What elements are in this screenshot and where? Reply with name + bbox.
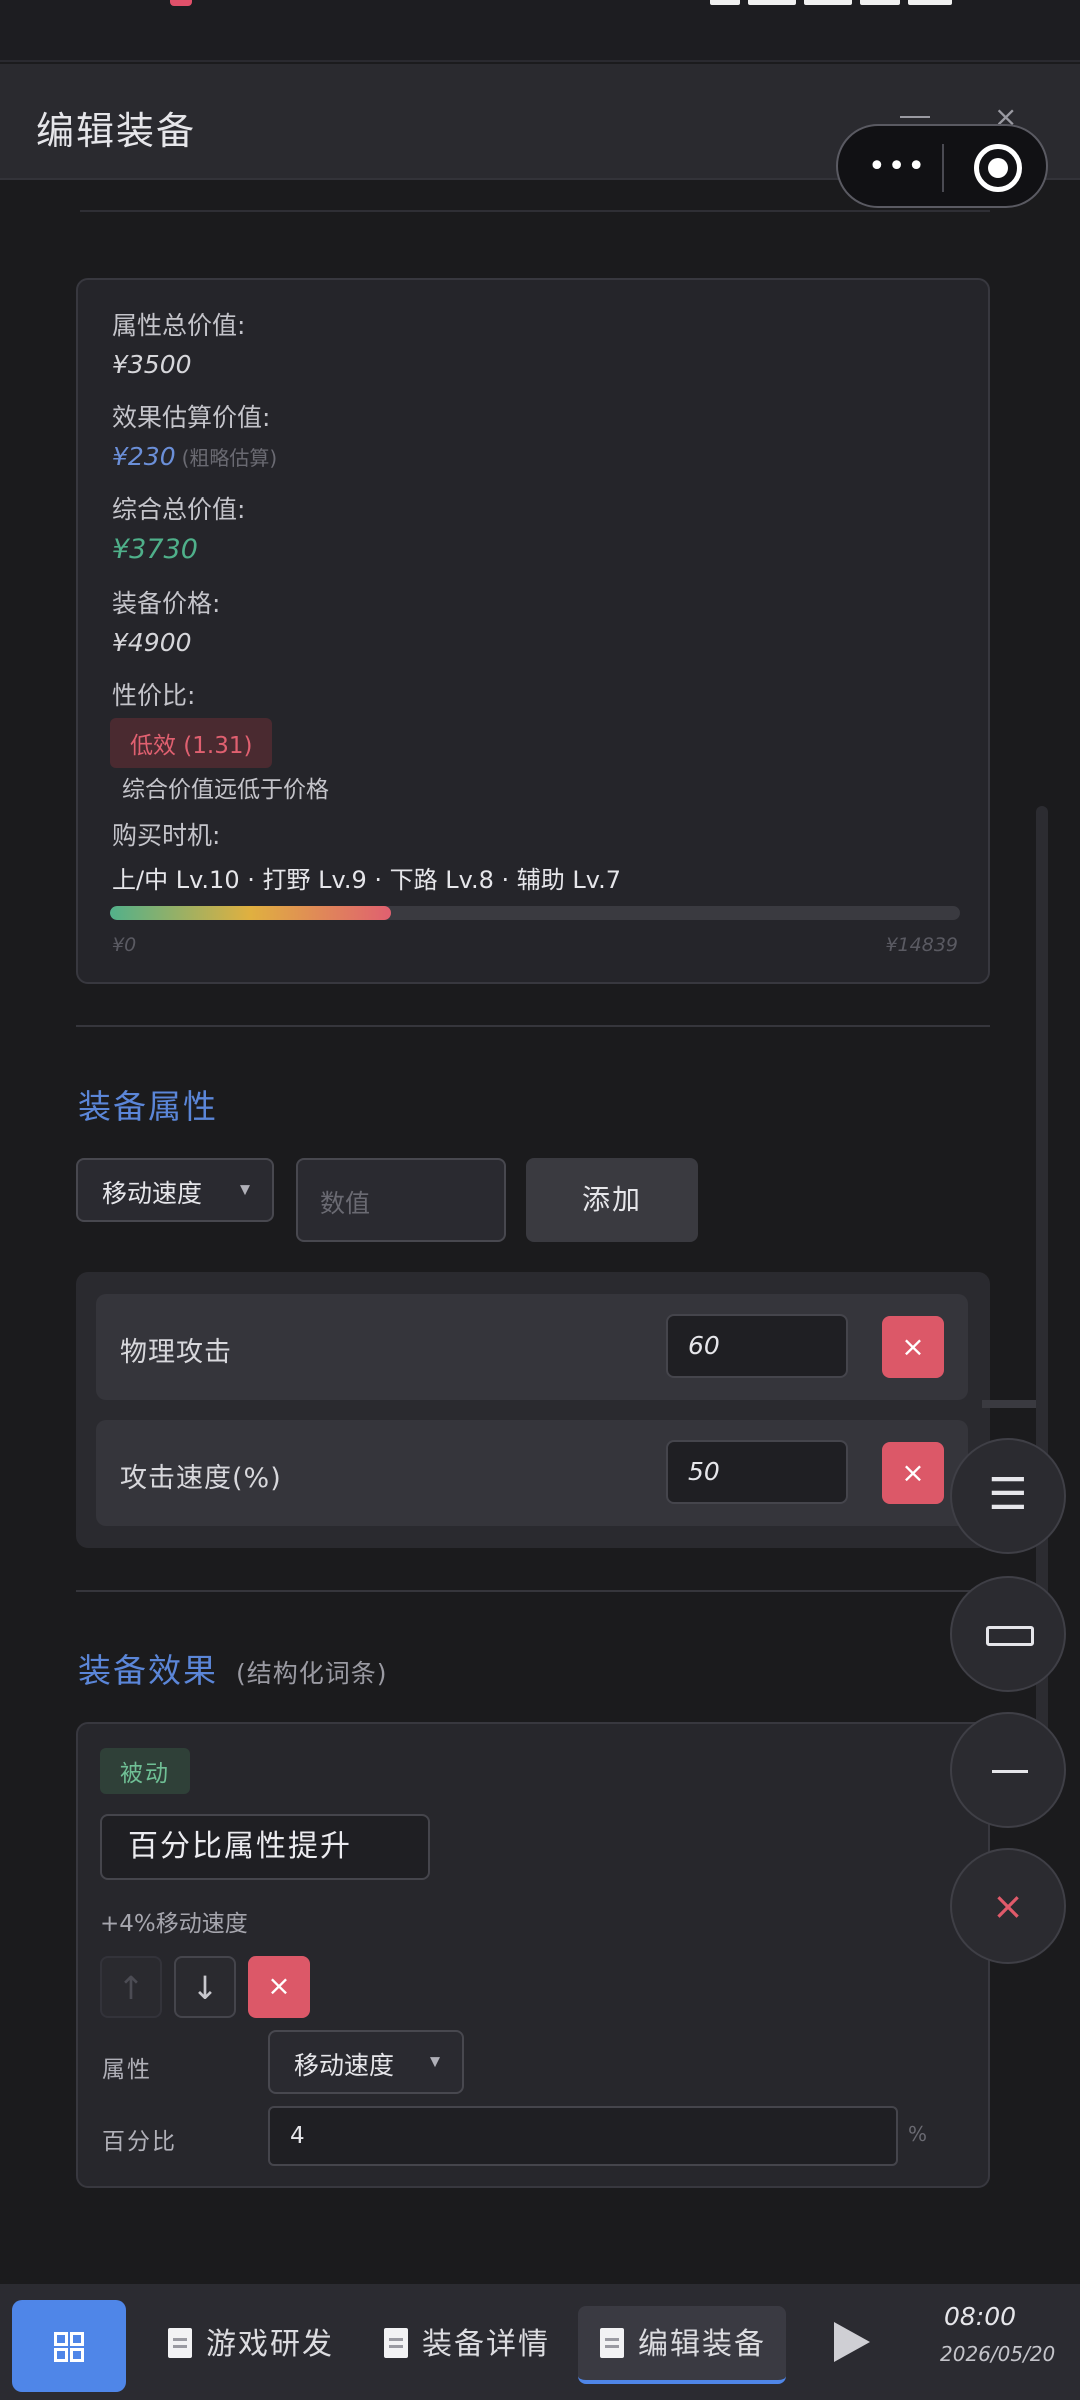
add-attribute-button[interactable]: 添加 [526,1158,698,1242]
effect-est-label: 效果估算价值: [112,403,271,432]
document-icon [384,2328,408,2358]
attribute-select[interactable]: 移动速度 ▼ [76,1158,274,1222]
clock-date: 2026/05/20 [940,2342,1056,2366]
close-icon: × [992,1884,1024,1928]
close-fab[interactable]: × [950,1848,1066,1964]
combined-value: ¥3730 [112,534,198,565]
effects-title-row: 装备效果 (结构化词条) [78,1644,388,1692]
delete-attribute-button[interactable]: × [882,1442,944,1504]
taskbar: 游戏研发 装备详情 编辑装备 08:00 2026/05/20 [0,2284,1080,2400]
price-label: 装备价格: [112,589,221,618]
move-up-button[interactable]: ↑ [100,1956,162,2018]
more-icon[interactable]: ••• [868,152,927,182]
task-label: 装备详情 [422,2327,550,2362]
delete-attribute-button[interactable]: × [882,1316,944,1378]
attribute-list: 物理攻击 60 × 攻击速度(%) 50 × [76,1272,990,1548]
status-bar [0,0,1080,62]
ratio-badge: 低效 (1.31) [110,718,273,768]
effect-est-row: ¥230 (粗略估算) [112,442,277,471]
timing-label: 购买时机: [112,821,221,850]
effect-attr-label: 属性 [102,2057,152,2083]
minimize-fab[interactable] [950,1712,1066,1828]
minimize-icon[interactable] [900,116,930,118]
attribute-name: 攻击速度(%) [120,1463,282,1494]
home-grid-button[interactable] [12,2300,126,2392]
effect-pct-input[interactable]: 4 [268,2106,898,2166]
task-equipment-detail[interactable]: 装备详情 [384,2306,550,2384]
value-summary-card: 属性总价值: ¥3500 效果估算价值: ¥230 (粗略估算) 综合总价值: ¥… [76,278,990,984]
move-down-button[interactable]: ↓ [174,1956,236,2018]
price-value: ¥4900 [112,628,192,657]
exit-target-icon[interactable] [974,144,1022,192]
window-icon [986,1626,1034,1646]
attribute-value-field[interactable]: 60 [666,1314,848,1378]
value-progress [110,906,960,920]
attr-total-label: 属性总价值: [112,311,246,340]
minimize-icon [992,1770,1028,1773]
effects-subtitle: (结构化词条) [236,1659,388,1688]
effect-attr-select[interactable]: 移动速度 ▼ [268,2030,464,2094]
document-icon [600,2328,624,2358]
divider [80,210,990,212]
scroll-marker [982,1400,1036,1408]
miniapp-capsule: ••• [836,124,1048,208]
effects-title: 装备效果 [78,1651,218,1690]
page-title: 编辑装备 [36,109,197,153]
range-max: ¥14839 [885,934,958,956]
chevron-down-icon: ▼ [240,1182,250,1198]
effect-attr-select-value: 移动速度 [294,2051,395,2080]
attribute-select-value: 移动速度 [102,1179,203,1208]
task-game-dev[interactable]: 游戏研发 [168,2306,334,2384]
divider [76,1590,990,1592]
combined-label: 综合总价值: [112,495,246,524]
effect-est-value: ¥230 [112,442,176,471]
play-icon[interactable] [834,2322,870,2362]
attribute-value-field[interactable]: 50 [666,1440,848,1504]
task-label: 游戏研发 [206,2327,334,2362]
value-progress-fill [110,906,391,920]
effect-pct-label: 百分比 [102,2129,177,2155]
document-icon [168,2328,192,2358]
window-fab[interactable] [950,1576,1066,1692]
ratio-label: 性价比: [112,681,196,710]
effect-description: +4%移动速度 [100,1911,248,1937]
task-label: 编辑装备 [638,2327,766,2362]
attribute-row: 物理攻击 60 × [96,1294,968,1400]
effect-name-field[interactable]: 百分比属性提升 [100,1814,430,1880]
divider [76,1025,990,1027]
effect-card: 被动 百分比属性提升 +4%移动速度 ↑ ↓ × 属性 移动速度 ▼ 百分比 4… [76,1722,990,2188]
attributes-title: 装备属性 [78,1087,218,1126]
attribute-row: 攻击速度(%) 50 × [96,1420,968,1526]
effect-est-hint: (粗略估算) [181,446,278,470]
attribute-value-input[interactable]: 数值 [296,1158,506,1242]
attr-total-value: ¥3500 [112,350,192,379]
attribute-name: 物理攻击 [120,1337,232,1368]
clock-time: 08:00 [944,2302,1017,2331]
menu-fab[interactable]: ☰ [950,1438,1066,1554]
capsule-divider [942,144,944,192]
effect-type-tag[interactable]: 被动 [100,1748,190,1794]
menu-icon: ☰ [988,1469,1028,1520]
chevron-down-icon: ▼ [430,2054,440,2070]
notification-icon [170,0,192,6]
ratio-note: 综合价值远低于价格 [122,777,329,803]
effect-pct-unit: % [908,2122,928,2146]
status-icons [710,0,960,6]
task-edit-equipment[interactable]: 编辑装备 [578,2306,786,2384]
timing-value: 上/中 Lv.10 · 打野 Lv.9 · 下路 Lv.8 · 辅助 Lv.7 [112,866,621,894]
delete-effect-button[interactable]: × [248,1956,310,2018]
range-min: ¥0 [112,934,137,956]
